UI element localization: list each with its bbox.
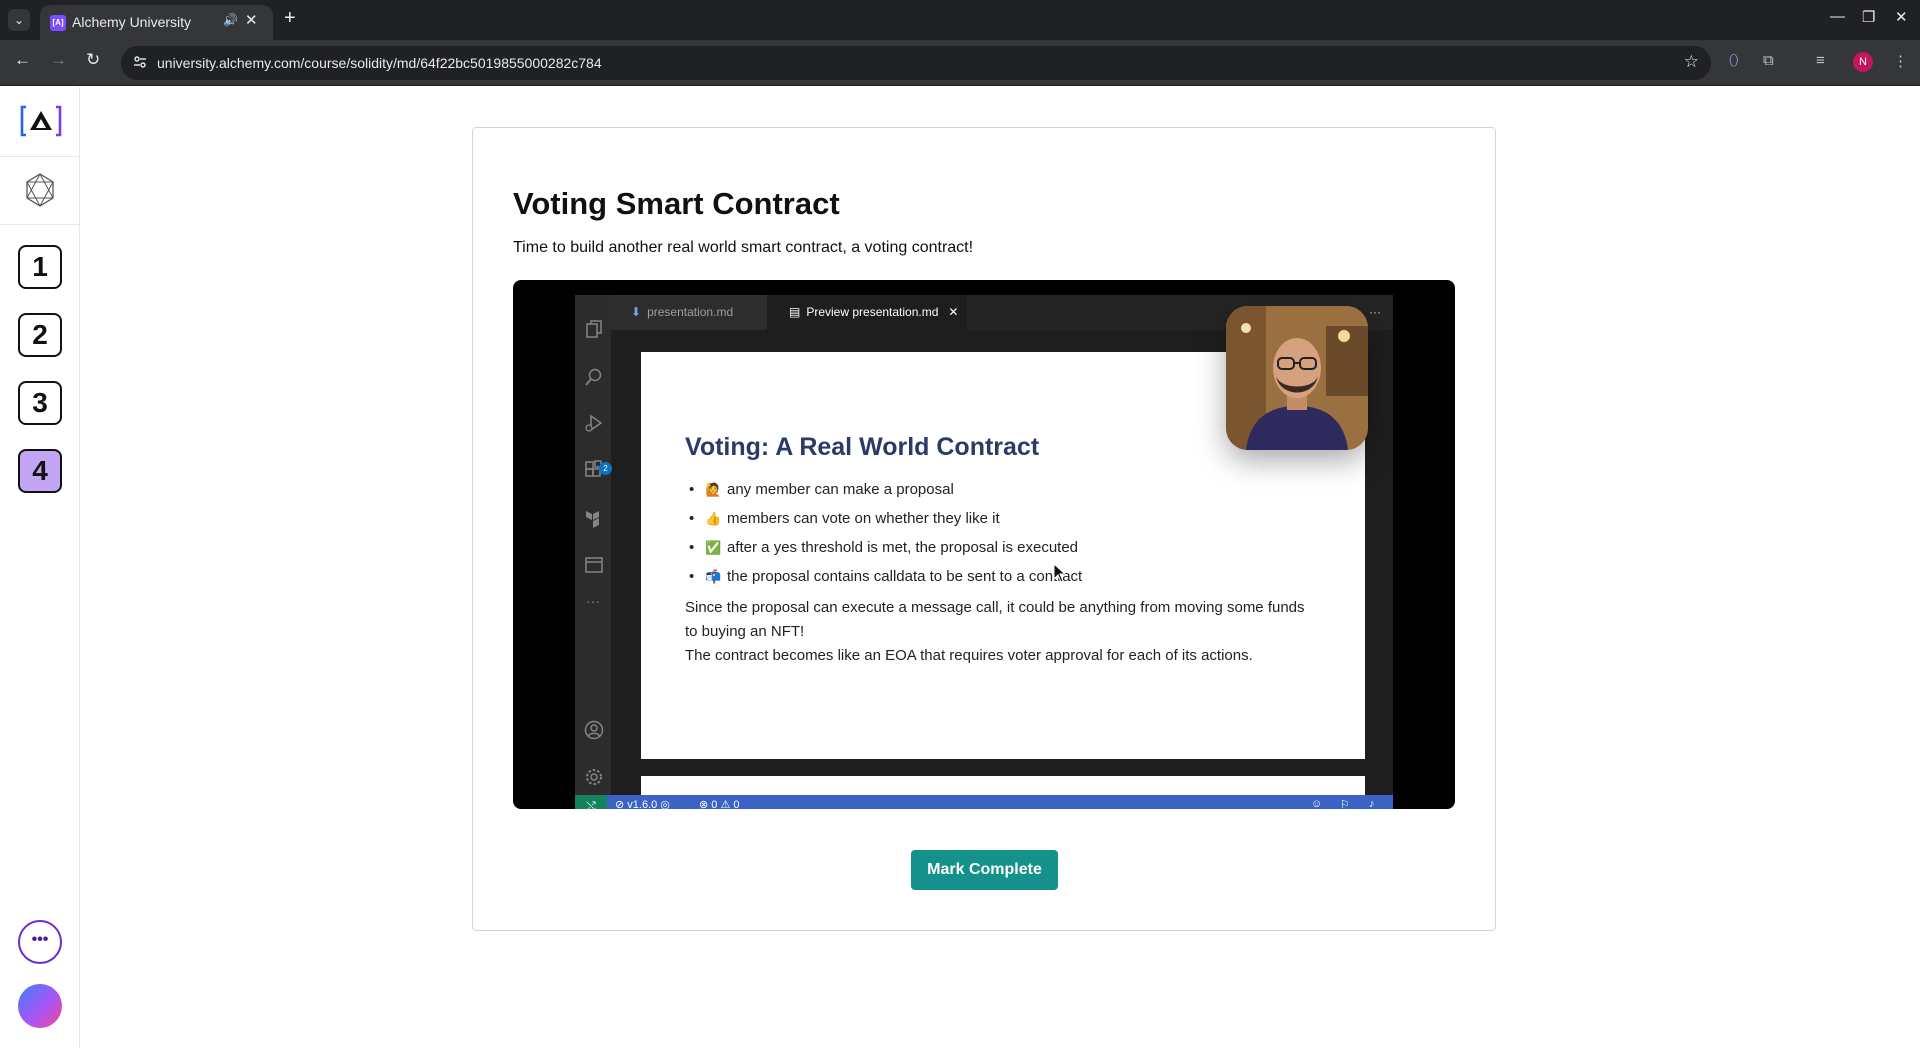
preview-icon: ▤: [789, 305, 801, 319]
alchemy-logo[interactable]: [20, 103, 62, 139]
editor-activity-bar: 2 ···: [575, 295, 612, 795]
status-version: ⊘ v1.6.0 ◎: [615, 799, 670, 809]
slide-bullet: 📬the proposal contains calldata to be se…: [689, 567, 1082, 596]
editor-tab-close-icon: ✕: [948, 305, 959, 319]
check-mark-icon: ✅: [705, 540, 722, 555]
tab-search-dropdown-icon[interactable]: ⌄: [8, 9, 30, 31]
copilot-icon: ☺: [1311, 798, 1323, 809]
editor-tab-presentation: ⬇ presentation.md: [611, 295, 767, 330]
step-2-button[interactable]: 2: [18, 313, 62, 357]
settings-gear-icon: [586, 769, 602, 785]
status-problems: ⊗ 0 ⚠ 0: [699, 799, 740, 809]
editor-tab-preview: ▤ Preview presentation.md ✕: [767, 295, 967, 330]
feedback-icon: ⚐: [1340, 799, 1350, 809]
window-close-icon[interactable]: ✕: [1895, 8, 1908, 26]
slide-bullet: 👍members can vote on whether they like i…: [689, 509, 1082, 538]
explorer-icon: [586, 320, 602, 338]
tab-title: Alchemy University: [72, 14, 192, 30]
lesson-video-player[interactable]: 2 ··· ⬇ presentation.md ▤ Preview presenta…: [513, 280, 1455, 809]
minimize-icon[interactable]: —: [1830, 8, 1845, 25]
editor-more-icon: ···: [1369, 305, 1381, 319]
mailbox-icon: 📬: [705, 569, 722, 584]
browser-tabbar: ⌄ [A] Alchemy University 🔊 ✕ + — ❐ ✕: [0, 0, 1920, 40]
lesson-card: Voting Smart Contract Time to build anot…: [472, 127, 1496, 931]
presenter-webcam: [1226, 306, 1368, 450]
step-4-button[interactable]: 4: [18, 449, 62, 493]
extensions-badge: 2: [599, 462, 612, 475]
browser-tab[interactable]: [A] Alchemy University 🔊 ✕: [40, 5, 273, 40]
browser-toolbar: ← → ↻ university.alchemy.com/course/soli…: [0, 40, 1920, 86]
extensions-puzzle-icon[interactable]: ⧉: [1763, 52, 1774, 69]
sidebar-divider: [0, 224, 79, 225]
speaker-icon[interactable]: 🔊: [223, 13, 238, 27]
window-panel-icon: [585, 557, 603, 573]
step-3-button[interactable]: 3: [18, 381, 62, 425]
presenter-image: [1226, 306, 1368, 450]
remote-icon: ⤭: [575, 795, 607, 809]
bookmark-star-icon[interactable]: ☆: [1684, 52, 1699, 72]
lesson-subtitle: Time to build another real world smart c…: [513, 239, 974, 256]
thumbs-up-icon: 👍: [705, 511, 722, 526]
tab-close-icon[interactable]: ✕: [245, 11, 258, 29]
forward-icon[interactable]: →: [50, 50, 67, 70]
search-icon: [585, 368, 602, 386]
slide-preview-next: [641, 776, 1365, 796]
mouse-cursor-icon: [1053, 563, 1067, 583]
media-controls-icon[interactable]: ≡: [1816, 52, 1825, 69]
back-icon[interactable]: ←: [14, 50, 31, 70]
course-sidebar: 1 2 3 4 •••: [0, 87, 80, 1048]
slide-bullet: 🙋any member can make a proposal: [689, 480, 1082, 509]
lesson-title: Voting Smart Contract: [513, 186, 840, 221]
terraform-icon: [586, 511, 599, 528]
reload-icon[interactable]: ↻: [86, 50, 100, 70]
hand-raise-icon: 🙋: [705, 482, 722, 497]
notifications-bell-icon: ♪: [1369, 798, 1375, 809]
account-icon: [584, 720, 604, 740]
url-text: university.alchemy.com/course/solidity/m…: [157, 55, 602, 71]
step-1-button[interactable]: 1: [18, 245, 62, 289]
extension-shield-icon[interactable]: ⬯: [1729, 52, 1738, 69]
slide-bullets: 🙋any member can make a proposal 👍members…: [689, 480, 1082, 596]
sidebar-divider: [0, 156, 79, 157]
tab-favicon: [A]: [50, 15, 66, 31]
profile-avatar[interactable]: N: [1853, 52, 1873, 72]
more-options-button[interactable]: •••: [18, 920, 62, 964]
slide-paragraph: The contract becomes like an EOA that re…: [685, 647, 1253, 664]
new-tab-icon[interactable]: +: [284, 7, 296, 30]
mark-complete-button[interactable]: Mark Complete: [911, 850, 1058, 890]
more-dots-icon: ···: [586, 593, 600, 609]
editor-statusbar: ⤭ ⊘ v1.6.0 ◎ ⊗ 0 ⚠ 0 ☺ ⚐ ♪: [575, 795, 1393, 809]
restore-icon[interactable]: ❐: [1862, 8, 1875, 26]
user-avatar[interactable]: [18, 984, 62, 1028]
slide-title: Voting: A Real World Contract: [685, 433, 1040, 461]
course-hex-icon[interactable]: [26, 173, 54, 207]
site-info-icon[interactable]: [133, 55, 147, 69]
slide-paragraph: Since the proposal can execute a message…: [685, 599, 1305, 640]
pin-icon: ⬇: [631, 305, 642, 319]
browser-menu-icon[interactable]: ⋮: [1893, 52, 1908, 70]
slide-bullet: ✅after a yes threshold is met, the propo…: [689, 538, 1082, 567]
run-debug-icon: [585, 414, 603, 432]
address-bar[interactable]: university.alchemy.com/course/solidity/m…: [121, 46, 1711, 80]
